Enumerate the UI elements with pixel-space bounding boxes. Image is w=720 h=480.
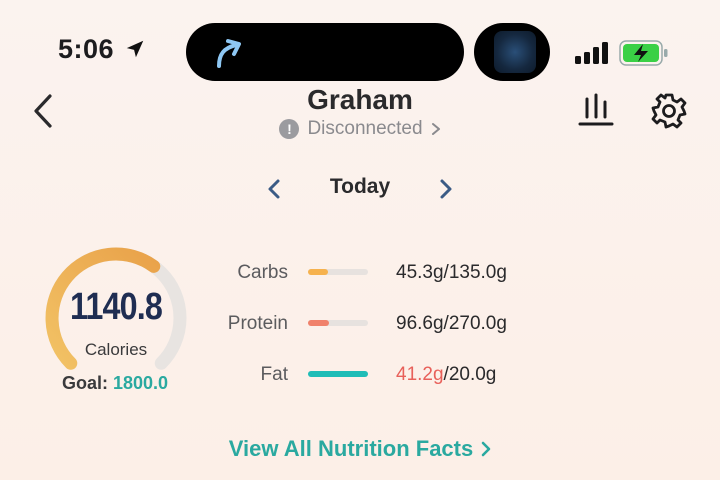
macro-bar-fill-carbs — [308, 269, 329, 275]
album-art — [494, 31, 536, 73]
chevron-right-icon — [481, 441, 491, 457]
previous-day-icon[interactable] — [266, 178, 282, 200]
macro-bar-fill-fat — [308, 371, 368, 377]
profile-name: Graham — [307, 84, 413, 115]
gear-icon[interactable] — [650, 92, 688, 130]
macro-bar-fat — [308, 371, 368, 377]
arrow-turn-icon — [217, 39, 241, 68]
cellular-signal-icon — [575, 42, 608, 64]
goal-label: Goal: — [61, 373, 108, 393]
macro-name-carbs: Carbs — [237, 262, 288, 283]
connection-status-label: Disconnected — [307, 118, 423, 139]
warning-icon: ! — [279, 119, 300, 139]
macro-bar-carbs — [308, 269, 368, 275]
macro-amount-fat: 41.2g/20.0g — [396, 364, 496, 386]
calories-label: Calories — [84, 340, 148, 359]
location-arrow-icon — [126, 40, 144, 58]
macro-name-fat: Fat — [260, 364, 288, 385]
view-all-nutrition-link[interactable]: View All Nutrition Facts — [200, 436, 520, 462]
macro-bar-fill-protein — [308, 320, 330, 326]
macro-goal-carbs: /135.0g — [443, 262, 507, 283]
bar-chart-icon[interactable] — [577, 93, 615, 127]
macro-name-protein: Protein — [227, 313, 288, 334]
chevron-right-icon — [431, 123, 440, 135]
connection-status[interactable]: ! Disconnected — [250, 118, 470, 140]
back-chevron-icon[interactable] — [30, 92, 58, 130]
macro-goal-protein: /270.0g — [443, 313, 507, 334]
macro-goal-fat: /20.0g — [443, 364, 497, 385]
view-all-label: View All Nutrition Facts — [228, 436, 474, 461]
macro-consumed-fat: 41.2g — [396, 364, 444, 385]
date-label[interactable]: Today — [300, 175, 420, 199]
macro-amount-carbs: 45.3g/135.0g — [396, 262, 507, 284]
next-day-icon[interactable] — [438, 178, 454, 200]
status-time: 5:06 — [58, 34, 115, 64]
macro-bar-protein — [308, 320, 368, 326]
macro-amount-protein: 96.6g/270.0g — [396, 313, 507, 335]
macro-consumed-carbs: 45.3g — [396, 262, 444, 283]
battery-charging-icon — [619, 40, 668, 66]
macro-consumed-protein: 96.6g — [396, 313, 444, 334]
